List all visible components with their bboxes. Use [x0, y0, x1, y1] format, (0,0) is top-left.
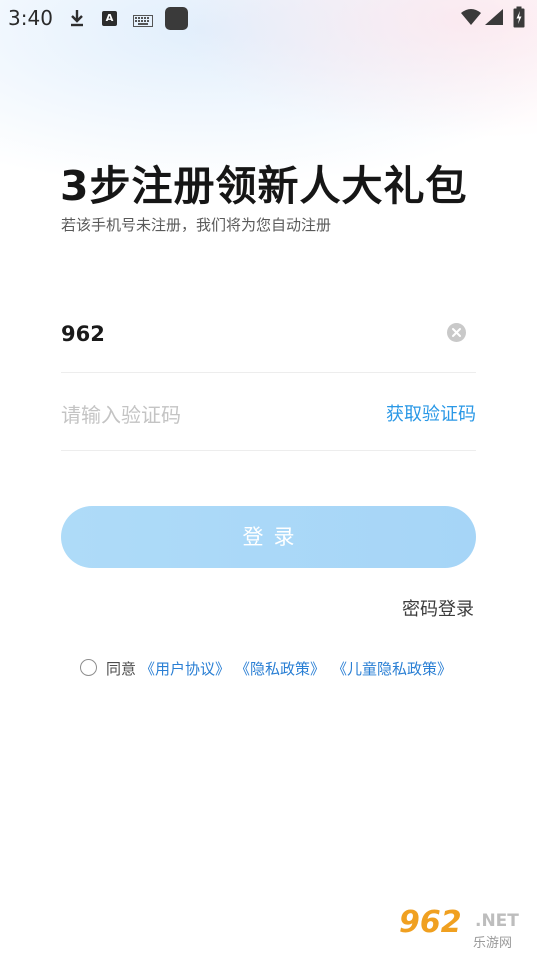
clear-icon[interactable]: [447, 323, 466, 342]
page-subtitle: 若该手机号未注册，我们将为您自动注册: [61, 216, 332, 234]
password-login-link[interactable]: 密码登录: [402, 595, 474, 621]
privacy-policy-link[interactable]: 《隐私政策》: [235, 658, 325, 679]
watermark-site-name: 乐游网: [473, 936, 513, 951]
verification-code-field[interactable]: 请输入验证码 获取验证码: [61, 378, 476, 451]
phone-field[interactable]: 962: [61, 300, 476, 373]
status-time: 3:40: [8, 6, 53, 30]
watermark-domain: .NET: [475, 911, 519, 931]
app-square-icon: [165, 7, 188, 30]
wifi-icon: [460, 8, 482, 30]
battery-charging-icon: [513, 6, 525, 32]
watermark-logo: 962: [399, 905, 462, 940]
download-icon: [68, 8, 86, 32]
page-title: 3步注册领新人大礼包: [60, 162, 468, 210]
agreement-checkbox[interactable]: [80, 659, 97, 676]
keyboard-icon: [133, 12, 153, 31]
site-watermark: 962 .NET 乐游网: [397, 905, 531, 951]
status-bar: 3:40 A: [0, 0, 537, 36]
get-code-button[interactable]: 获取验证码: [386, 400, 476, 426]
login-button[interactable]: 登录: [61, 506, 476, 568]
user-agreement-link[interactable]: 《用户协议》: [140, 658, 230, 679]
phone-input-value[interactable]: 962: [61, 322, 105, 346]
verification-code-input[interactable]: 请输入验证码: [61, 399, 181, 428]
a-badge-icon: A: [102, 11, 117, 26]
signal-icon: [484, 8, 504, 30]
child-privacy-policy-link[interactable]: 《儿童隐私政策》: [332, 658, 452, 679]
agreement-prefix: 同意: [106, 660, 137, 678]
